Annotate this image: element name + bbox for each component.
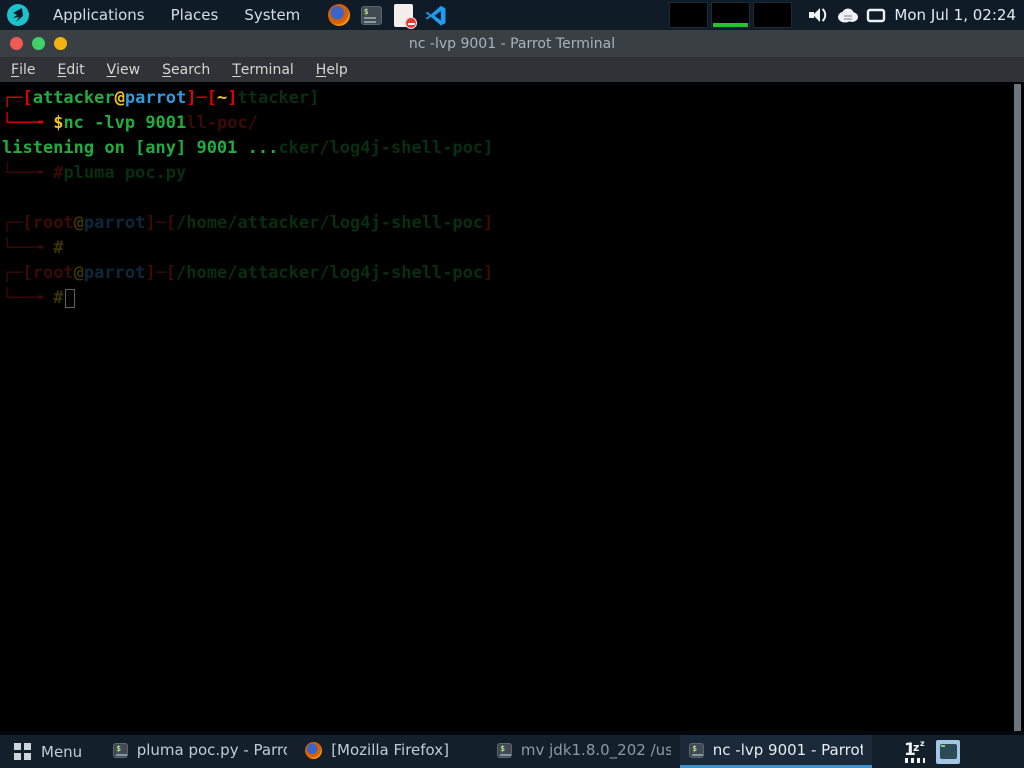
terminal-line: └──╼ # [2, 286, 1024, 311]
menu-applications[interactable]: Applications [40, 0, 158, 30]
window-tasklist: pluma poc.py - Parrot ... [Mozilla Firef… [104, 735, 872, 768]
task-firefox[interactable]: [Mozilla Firefox] [296, 735, 488, 768]
firefox-icon [305, 742, 322, 759]
terminal-line: └──╼ # [2, 236, 1024, 261]
launcher-bar [327, 3, 447, 27]
menu-places[interactable]: Places [158, 0, 232, 30]
terminal-line: ┌─[root@parrot]─[/home/attacker/log4j-sh… [2, 261, 1024, 286]
taskbar-menu-label: Menu [41, 743, 82, 761]
menu-file[interactable]: File [0, 58, 46, 82]
menu-edit[interactable]: Edit [46, 58, 95, 82]
chip-indicator-icon[interactable]: 1zz [903, 740, 928, 764]
menu-help[interactable]: Help [305, 58, 359, 82]
blocked-badge-icon [405, 17, 417, 29]
titlebar[interactable]: nc -lvp 9001 - Parrot Terminal [0, 30, 1024, 58]
firefox-icon[interactable] [327, 3, 351, 27]
pluma-icon[interactable] [391, 3, 415, 27]
terminal-line: ┌─[root@parrot]─[/home/attacker/log4j-sh… [2, 211, 1024, 236]
workspace-switcher [669, 2, 792, 28]
terminal-icon[interactable] [359, 3, 383, 27]
menu-grid-icon [14, 743, 31, 760]
taskbar-tray: 1zz [903, 735, 960, 768]
task-mv-jdk-terminal[interactable]: mv jdk1.8.0_202 /usr/... [488, 735, 680, 768]
terminal-icon [113, 743, 128, 758]
workspace-1[interactable] [669, 2, 708, 28]
taskbar: Menu pluma poc.py - Parrot ... [Mozilla … [0, 735, 1024, 768]
terminal-icon [689, 743, 704, 758]
task-pluma-terminal[interactable]: pluma poc.py - Parrot ... [104, 735, 296, 768]
menu-terminal[interactable]: Terminal [221, 58, 305, 82]
top-panel: Applications Places System [0, 0, 1024, 30]
menu-view[interactable]: View [96, 58, 152, 82]
workspace-3[interactable] [753, 2, 792, 28]
terminal-line: ┌─[attacker@parrot]─[~]ttacker] [2, 86, 1024, 111]
terminal-menubar: File Edit View Search Terminal Help [0, 58, 1024, 84]
panel-tray [808, 5, 886, 25]
menu-search[interactable]: Search [151, 58, 221, 82]
terminal-line: └──╼ #pluma poc.py [2, 161, 1024, 186]
terminal-icon [497, 743, 512, 758]
terminal-cursor [65, 289, 75, 308]
volume-icon[interactable] [808, 5, 830, 25]
terminal-tray-icon[interactable] [936, 740, 960, 764]
terminal-content[interactable]: ┌─[attacker@parrot]─[~]ttacker]└──╼ $nc … [0, 84, 1024, 731]
taskbar-menu-button[interactable]: Menu [0, 735, 98, 768]
workspace-2-active[interactable] [711, 2, 750, 28]
terminal-line: └──╼ $nc -lvp 9001ll-poc/ [2, 111, 1024, 136]
terminal-window: nc -lvp 9001 - Parrot Terminal File Edit… [0, 30, 1024, 731]
window-title: nc -lvp 9001 - Parrot Terminal [0, 36, 1024, 52]
terminal-line: listening on [any] 9001 ...cker/log4j-sh… [2, 136, 1024, 161]
scrollbar[interactable] [1014, 84, 1021, 731]
clock[interactable]: Mon Jul 1, 02:24 [894, 6, 1016, 24]
vscode-icon[interactable] [423, 3, 447, 27]
menu-system[interactable]: System [231, 0, 313, 30]
cloud-sync-icon[interactable] [836, 6, 860, 24]
terminal-line [2, 186, 1024, 211]
task-nc-terminal-active[interactable]: nc -lvp 9001 - Parrot T... [680, 735, 872, 768]
display-icon[interactable] [866, 7, 886, 23]
parrot-logo-icon[interactable] [6, 3, 30, 27]
